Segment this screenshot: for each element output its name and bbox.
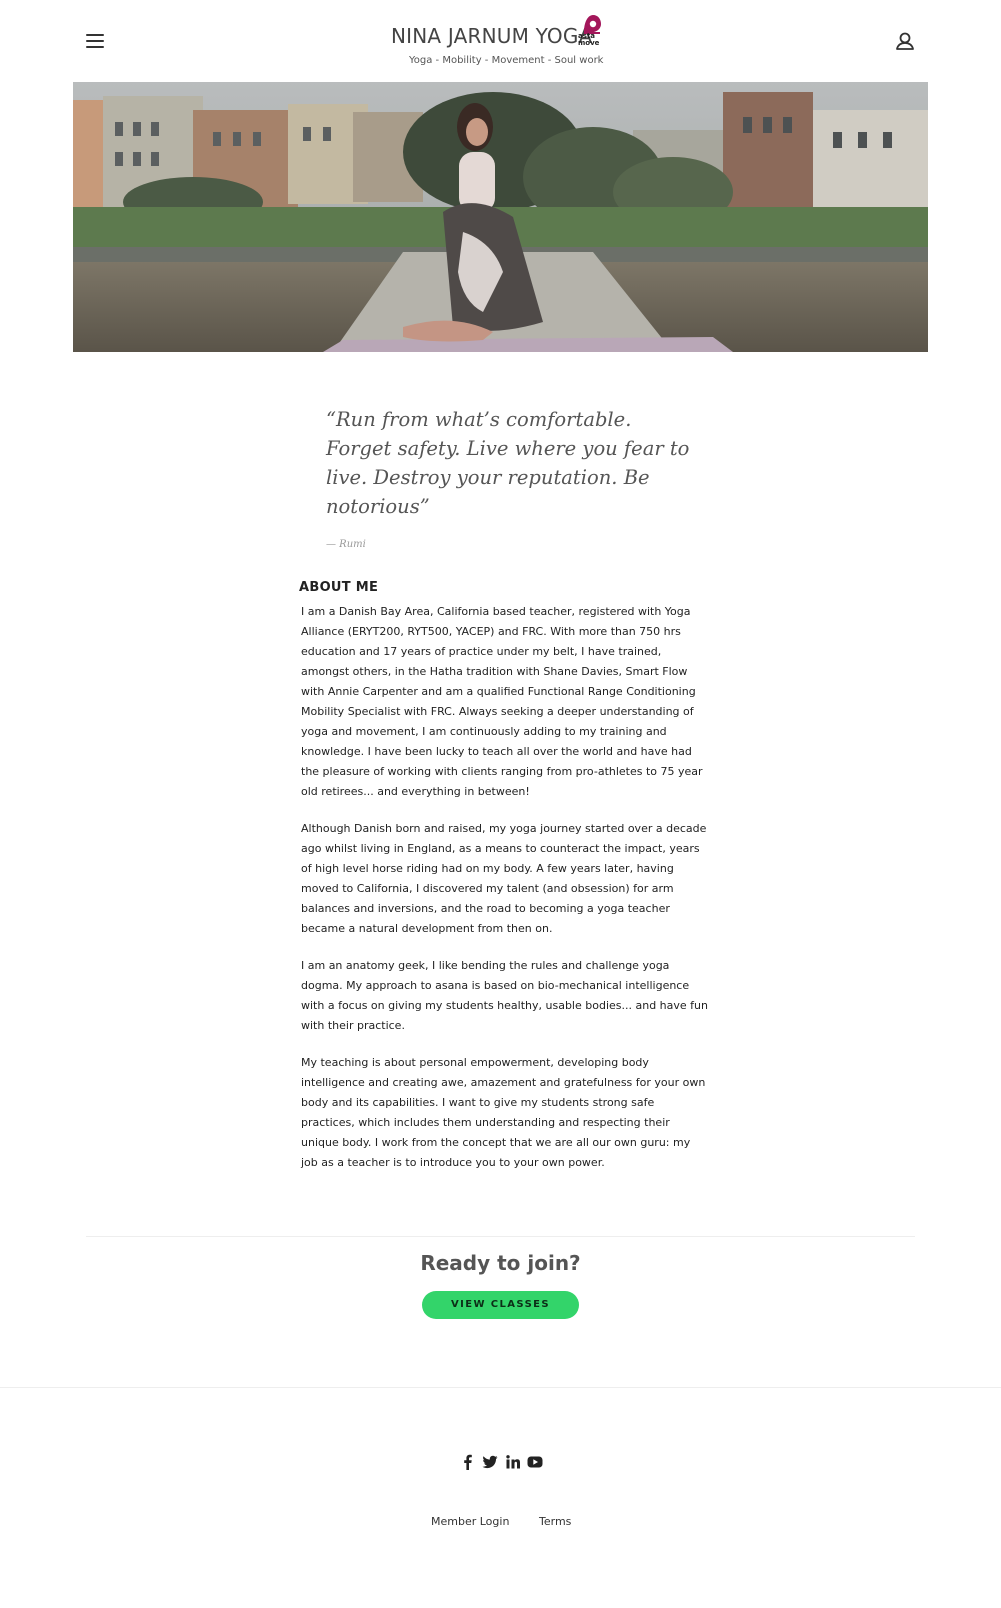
terms-link[interactable]: Terms — [539, 1515, 571, 1528]
site-logo[interactable]: NINA JARNUM YOGA Yoga - Mobility - Movem… — [360, 10, 640, 72]
site-header: NINA JARNUM YOGA Yoga - Mobility - Movem… — [0, 0, 1001, 82]
user-account-icon[interactable] — [894, 30, 916, 52]
hamburger-menu-icon[interactable] — [82, 28, 108, 54]
brand-tagline: Yoga - Mobility - Movement - Soul work — [409, 55, 604, 66]
about-section: ABOUT ME I am a Danish Bay Area, Califor… — [299, 580, 709, 1190]
section-divider — [86, 1236, 915, 1237]
partner-logo-text: asta move — [578, 32, 600, 47]
about-paragraph: My teaching is about personal empowermen… — [301, 1056, 706, 1169]
twitter-icon[interactable] — [482, 1454, 498, 1470]
inspirational-quote: “Run from what’s comfortable. Forget saf… — [326, 405, 696, 550]
about-paragraph: I am an anatomy geek, I like bending the… — [301, 959, 708, 1032]
view-classes-button[interactable]: VIEW CLASSES — [422, 1291, 579, 1319]
social-links — [460, 1454, 544, 1472]
footer-divider — [0, 1387, 1001, 1388]
about-heading: ABOUT ME — [299, 580, 379, 595]
hero-image — [73, 82, 928, 352]
member-login-link[interactable]: Member Login — [431, 1515, 509, 1528]
about-paragraph: I am a Danish Bay Area, California based… — [301, 605, 703, 798]
brand-name: NINA JARNUM YOGA — [391, 24, 593, 48]
quote-text: “Run from what’s comfortable. Forget saf… — [326, 408, 690, 518]
youtube-icon[interactable] — [527, 1454, 543, 1470]
facebook-icon[interactable] — [460, 1454, 476, 1470]
about-paragraph: Although Danish born and raised, my yoga… — [301, 822, 707, 935]
cta-title: Ready to join? — [420, 1251, 581, 1275]
linkedin-icon[interactable] — [505, 1454, 521, 1470]
quote-author: — Rumi — [326, 539, 366, 550]
